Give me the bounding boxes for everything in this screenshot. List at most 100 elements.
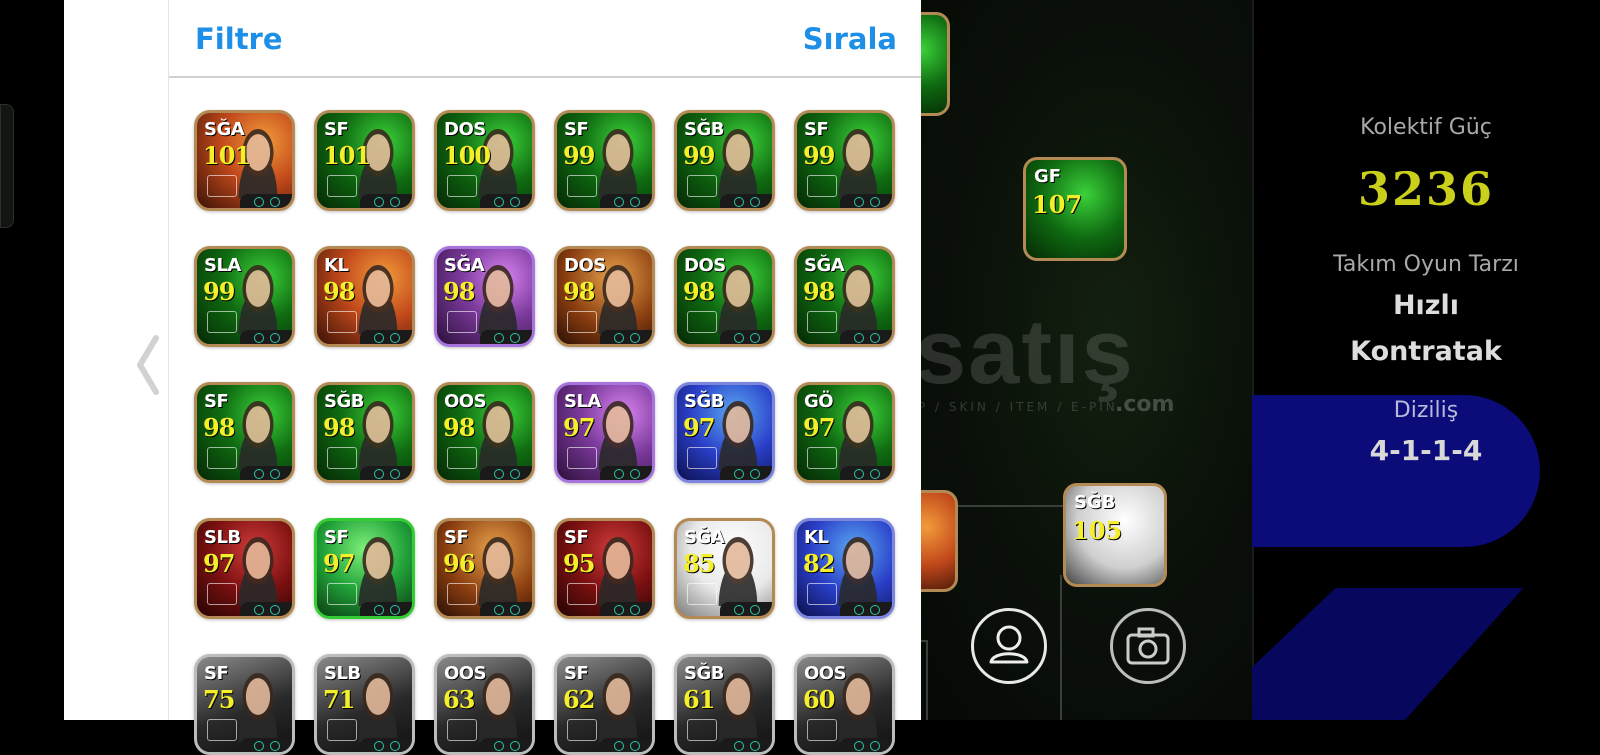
player-card[interactable]: SLA 99 (194, 246, 295, 347)
player-card[interactable]: SĞA 98 (794, 246, 895, 347)
club-flag-icon (807, 311, 837, 333)
player-card[interactable]: SF 101 (314, 110, 415, 211)
card-rating: 97 (203, 549, 235, 578)
player-card[interactable]: KL 82 (794, 518, 895, 619)
card-rating: 61 (683, 685, 715, 714)
sort-button[interactable]: Sırala (803, 22, 897, 56)
skill-slots-icon (480, 194, 532, 208)
filter-button[interactable]: Filtre (195, 22, 283, 56)
player-card[interactable]: SĞA 85 (674, 518, 775, 619)
player-portrait (828, 128, 888, 198)
club-flag-icon (327, 583, 357, 605)
person-icon (989, 625, 1029, 664)
player-card[interactable]: SF 95 (554, 518, 655, 619)
watermark-subtitle: P / SKIN / ITEM / E-PIN (918, 400, 1118, 414)
card-rating: 98 (683, 277, 715, 306)
player-card[interactable]: SLB 97 (194, 518, 295, 619)
card-position: KL (324, 255, 349, 276)
player-card[interactable]: SĞB 61 (674, 654, 775, 755)
card-position: OOS (804, 663, 847, 684)
side-tab-handle[interactable] (0, 104, 14, 228)
club-flag-icon (447, 447, 477, 469)
camera-icon (1126, 627, 1170, 665)
player-card[interactable]: SF 62 (554, 654, 655, 755)
club-flag-icon (807, 719, 837, 741)
player-card[interactable]: SĞA 101 (194, 110, 295, 211)
player-portrait (228, 672, 288, 742)
card-rating: 95 (563, 549, 595, 578)
player-card[interactable]: DOS 98 (554, 246, 655, 347)
skill-slots-icon (840, 602, 892, 616)
player-card[interactable]: SF 97 (314, 518, 415, 619)
skill-slots-icon (720, 330, 772, 344)
player-card[interactable]: OOS 63 (434, 654, 535, 755)
player-portrait (828, 400, 888, 470)
club-flag-icon (327, 719, 357, 741)
card-rating: 97 (683, 413, 715, 442)
card-position: SF (564, 119, 589, 140)
card-rating: 60 (803, 685, 835, 714)
club-flag-icon (807, 175, 837, 197)
pitch-player-card[interactable]: GF 107 (1023, 157, 1127, 261)
pitch-player-card[interactable]: SĞB 105 (1063, 483, 1167, 587)
player-card[interactable]: GÖ 97 (794, 382, 895, 483)
player-card[interactable]: SĞB 98 (314, 382, 415, 483)
camera-button[interactable] (1110, 608, 1186, 684)
player-card[interactable]: SF 96 (434, 518, 535, 619)
formation-value[interactable]: 4-1-1-4 (1252, 434, 1600, 467)
card-position: SF (444, 527, 469, 548)
skill-slots-icon (720, 194, 772, 208)
pitch-line (1060, 575, 1062, 720)
card-rating: 101 (203, 141, 251, 170)
card-rating: 98 (323, 413, 355, 442)
formation-label: Diziliş (1393, 398, 1459, 423)
skill-slots-icon (600, 194, 652, 208)
card-position: SĞB (684, 119, 724, 140)
club-flag-icon (447, 175, 477, 197)
player-card[interactable]: DOS 98 (674, 246, 775, 347)
club-flag-icon (327, 311, 357, 333)
profile-button[interactable] (971, 608, 1047, 684)
skill-slots-icon (600, 330, 652, 344)
skill-slots-icon (360, 330, 412, 344)
club-flag-icon (207, 719, 237, 741)
card-position: SĞA (204, 119, 245, 140)
skill-slots-icon (600, 466, 652, 480)
card-position: SĞA (684, 527, 725, 548)
card-position: KL (804, 527, 829, 548)
player-card[interactable]: SLB 71 (314, 654, 415, 755)
player-card[interactable]: SLA 97 (554, 382, 655, 483)
card-rating: 71 (323, 685, 355, 714)
skill-slots-icon (240, 194, 292, 208)
team-power-value: 3236 (1357, 162, 1495, 216)
skill-slots-icon (840, 738, 892, 752)
club-flag-icon (567, 719, 597, 741)
skill-slots-icon (240, 602, 292, 616)
player-card[interactable]: SF 98 (194, 382, 295, 483)
club-flag-icon (687, 719, 717, 741)
player-card[interactable]: SF 99 (794, 110, 895, 211)
player-card[interactable]: KL 98 (314, 246, 415, 347)
card-rating: 63 (443, 685, 475, 714)
card-rating: 98 (443, 277, 475, 306)
chevron-left-icon[interactable] (128, 330, 168, 400)
card-rating: 85 (683, 549, 715, 578)
player-card[interactable]: SĞB 97 (674, 382, 775, 483)
card-rating: 75 (203, 685, 235, 714)
player-card[interactable]: OOS 60 (794, 654, 895, 755)
pitch-line (926, 640, 928, 720)
card-position: GÖ (804, 391, 834, 412)
player-card[interactable]: SĞB 99 (674, 110, 775, 211)
player-card[interactable]: OOS 98 (434, 382, 535, 483)
player-card[interactable]: SĞA 98 (434, 246, 535, 347)
skill-slots-icon (240, 466, 292, 480)
card-rating: 99 (203, 277, 235, 306)
player-position: SĞB (1074, 492, 1116, 513)
player-card[interactable]: SF 75 (194, 654, 295, 755)
team-style-value-1: Hızlı (1392, 290, 1460, 321)
card-position: DOS (684, 255, 726, 276)
player-card[interactable]: DOS 100 (434, 110, 535, 211)
skill-slots-icon (840, 194, 892, 208)
player-card[interactable]: SF 99 (554, 110, 655, 211)
card-rating: 98 (203, 413, 235, 442)
